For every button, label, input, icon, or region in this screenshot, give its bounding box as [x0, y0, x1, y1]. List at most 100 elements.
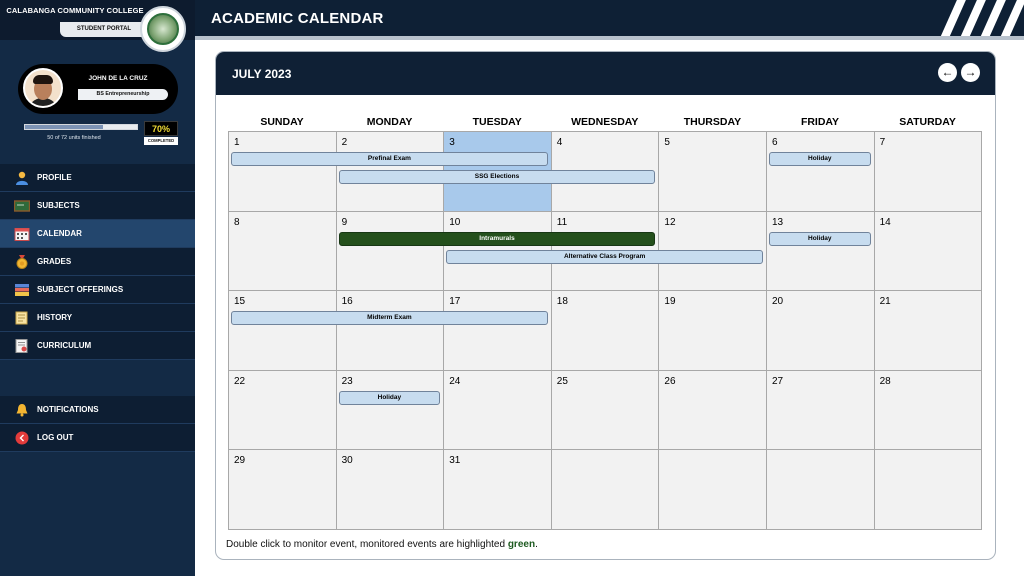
- calendar-day-cell[interactable]: 28: [873, 369, 983, 450]
- day-number: 30: [341, 455, 353, 466]
- calendar-event[interactable]: Midterm Exam: [231, 311, 548, 325]
- sidebar: CALABANGA COMMUNITY COLLEGE STUDENT PORT…: [0, 0, 195, 576]
- calendar-header: JULY 2023 ← →: [216, 52, 995, 95]
- day-number: 23: [341, 375, 353, 387]
- day-number: 27: [772, 375, 784, 387]
- sidebar-item-curriculum[interactable]: CURRICULUM: [0, 332, 195, 360]
- calendar-day-cell[interactable]: 16: [335, 290, 445, 371]
- medal-icon: [14, 255, 30, 269]
- calendar-day-cell[interactable]: 18: [550, 290, 660, 371]
- college-name: CALABANGA COMMUNITY COLLEGE: [6, 6, 144, 15]
- calendar-day-cell[interactable]: [873, 449, 983, 530]
- calendar-day-cell[interactable]: 6: [766, 131, 875, 212]
- calendar-day-cell[interactable]: 30: [335, 449, 445, 530]
- sidebar-item-label: SUBJECTS: [37, 201, 80, 210]
- sidebar-nav: PROFILE SUBJECTS CALENDAR GRADES SUBJECT…: [0, 164, 195, 360]
- calendar-day-cell[interactable]: 29: [228, 449, 337, 530]
- logout-icon: [14, 431, 30, 445]
- calendar-day-cell[interactable]: 5: [658, 131, 767, 212]
- avatar: [23, 68, 63, 108]
- calendar-event[interactable]: Holiday: [769, 231, 871, 246]
- scroll-icon: [14, 311, 30, 325]
- sidebar-item-label: HISTORY: [37, 313, 73, 322]
- calendar-day-cell[interactable]: [658, 449, 767, 530]
- sidebar-item-label: CURRICULUM: [37, 341, 92, 350]
- calendar-event[interactable]: Alternative Class Program: [446, 249, 763, 264]
- calendar-day-cell[interactable]: 20: [766, 290, 875, 371]
- weekday-friday: FRIDAY: [800, 116, 840, 128]
- certificate-icon: [14, 339, 30, 353]
- calendar-day-cell[interactable]: 31: [443, 449, 552, 530]
- day-number: 2: [341, 137, 348, 148]
- sidebar-item-grades[interactable]: GRADES: [0, 248, 195, 276]
- calendar-day-cell[interactable]: 22: [228, 369, 337, 450]
- calendar-grid: 1 2 3 4 5 6 7 8 9 10 11 12 13 14 15 16 17 18 19 20 21 22 23 24 2…: [228, 131, 983, 530]
- calendar-event[interactable]: Prefinal Exam: [231, 152, 548, 166]
- day-number: 20: [772, 296, 784, 307]
- top-bar-divider: [195, 36, 1024, 40]
- calendar-day-cell[interactable]: 13: [766, 210, 875, 291]
- decorative-stripes: [932, 0, 1024, 36]
- calendar-event[interactable]: SSG Elections: [338, 170, 656, 184]
- calendar-day-cell[interactable]: 7: [873, 131, 983, 212]
- sidebar-item-label: CALENDAR: [37, 229, 82, 238]
- next-month-button[interactable]: →: [961, 63, 980, 82]
- books-icon: [14, 283, 30, 297]
- calendar-day-cell[interactable]: 17: [443, 290, 552, 371]
- sidebar-item-logout[interactable]: LOG OUT: [0, 424, 195, 452]
- bell-icon: [14, 403, 30, 417]
- calendar-event[interactable]: Holiday: [769, 152, 871, 166]
- day-number: 5: [664, 137, 670, 148]
- calendar-icon: [14, 227, 30, 241]
- day-number: 4: [556, 137, 563, 148]
- calendar-day-cell[interactable]: 27: [766, 369, 875, 450]
- sidebar-item-profile[interactable]: PROFILE: [0, 164, 195, 192]
- day-number: 22: [234, 375, 246, 387]
- calendar-day-cell[interactable]: 26: [658, 369, 767, 450]
- footer-note-highlight: green: [507, 539, 536, 550]
- calendar-day-cell[interactable]: 14: [873, 210, 983, 291]
- day-number: 10: [449, 216, 461, 228]
- day-number: 15: [234, 296, 246, 307]
- calendar-footer-note: Double click to monitor event, monitored…: [226, 539, 538, 550]
- calendar-event[interactable]: Intramurals: [338, 231, 656, 246]
- profile-card: JOHN DE LA CRUZ BS Entrepreneurship: [18, 64, 178, 114]
- weekday-thursday: THURSDAY: [683, 116, 742, 128]
- college-seal-logo: [140, 6, 186, 52]
- day-number: 1: [234, 137, 240, 148]
- calendar-day-cell[interactable]: 8: [228, 210, 337, 291]
- day-number: 7: [879, 137, 886, 148]
- prev-month-button[interactable]: ←: [938, 63, 957, 82]
- calendar-day-cell[interactable]: 25: [550, 369, 660, 450]
- profile-icon: [14, 171, 30, 185]
- day-number: 16: [341, 296, 353, 307]
- calendar-day-cell[interactable]: 9: [335, 210, 445, 291]
- arrow-left-icon: ←: [941, 65, 954, 79]
- sidebar-item-calendar[interactable]: CALENDAR: [0, 220, 195, 248]
- day-number: 26: [664, 375, 676, 387]
- sidebar-item-label: LOG OUT: [37, 433, 74, 442]
- calendar-day-cell[interactable]: 21: [873, 290, 983, 371]
- month-title: JULY 2023: [232, 67, 292, 81]
- calendar-day-cell[interactable]: [766, 449, 875, 530]
- calendar-day-cell[interactable]: 24: [443, 369, 552, 450]
- weekday-tuesday: TUESDAY: [472, 116, 522, 128]
- sidebar-item-notifications[interactable]: NOTIFICATIONS: [0, 396, 195, 424]
- calendar-day-cell[interactable]: 15: [228, 290, 337, 371]
- calendar-day-cell[interactable]: 23: [335, 369, 445, 450]
- sidebar-item-subjects[interactable]: SUBJECTS: [0, 192, 195, 220]
- day-number: 19: [664, 296, 676, 307]
- page-title: ACADEMIC CALENDAR: [211, 10, 384, 27]
- sidebar-item-subject-offerings[interactable]: SUBJECT OFFERINGS: [0, 276, 195, 304]
- calendar-day-cell[interactable]: [550, 449, 660, 530]
- calendar-day-cell[interactable]: 1: [228, 131, 337, 212]
- user-name: JOHN DE LA CRUZ: [88, 75, 148, 82]
- calendar-event[interactable]: Holiday: [338, 390, 441, 405]
- day-number: 6: [772, 137, 778, 148]
- weekday-monday: MONDAY: [366, 116, 413, 128]
- calendar-day-cell[interactable]: 19: [658, 290, 767, 371]
- sidebar-item-history[interactable]: HISTORY: [0, 304, 195, 332]
- sidebar-item-label: SUBJECT OFFERINGS: [37, 285, 124, 294]
- weekday-sunday: SUNDAY: [260, 116, 304, 128]
- calendar-panel: JULY 2023 ← → SUNDAY MONDAY TUESDAY WEDNESD…: [215, 51, 996, 560]
